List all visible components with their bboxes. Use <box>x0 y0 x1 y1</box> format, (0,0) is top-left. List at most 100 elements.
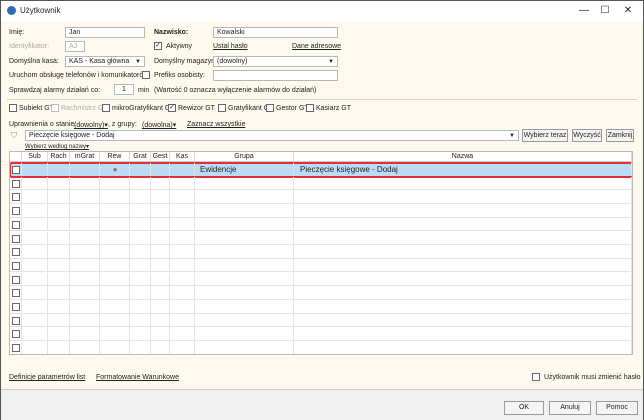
product-checkbox[interactable] <box>51 104 59 112</box>
row-checkbox[interactable] <box>12 234 20 243</box>
table-row[interactable] <box>10 286 632 300</box>
cell <box>294 231 632 245</box>
column-header[interactable]: Sub <box>22 152 48 162</box>
nazwisko-input[interactable]: Kowalski <box>213 27 338 38</box>
table-row[interactable]: ● Ewidencje Pieczęcie księgowe - Dodaj <box>10 162 632 178</box>
zamknij-button[interactable]: Zamknij <box>606 129 634 142</box>
row-checkbox[interactable] <box>12 166 20 174</box>
cell <box>151 217 170 231</box>
product-label: Rewizor GT <box>178 105 215 112</box>
row-checkbox[interactable] <box>12 193 20 202</box>
cell <box>170 231 195 245</box>
row-checkbox[interactable] <box>12 248 20 257</box>
cell <box>100 190 130 203</box>
musi-zmienic-checkbox[interactable] <box>532 373 540 381</box>
product-checkbox[interactable] <box>9 104 17 112</box>
cell <box>130 204 151 217</box>
table-row[interactable] <box>10 327 632 341</box>
row-checkbox[interactable] <box>12 330 20 339</box>
row-checkbox[interactable] <box>12 303 20 311</box>
table-row[interactable] <box>10 217 632 232</box>
row-checkbox[interactable] <box>12 316 20 325</box>
cell <box>151 286 170 299</box>
row-checkbox[interactable] <box>12 220 20 229</box>
cell <box>48 286 70 299</box>
table-row[interactable] <box>10 341 632 354</box>
cell-rew: ● <box>112 165 118 174</box>
cell <box>195 176 294 190</box>
product-checkbox[interactable] <box>306 104 314 112</box>
stan-dropdown[interactable]: (dowolny)▾ <box>74 121 108 129</box>
table-row[interactable] <box>10 231 632 246</box>
cell <box>22 258 48 272</box>
maximize-icon[interactable]: ☐ <box>598 4 612 18</box>
column-header[interactable]: Rach <box>48 152 70 162</box>
telefony-checkbox[interactable] <box>142 71 150 79</box>
cell <box>130 163 151 176</box>
table-row[interactable] <box>10 190 632 204</box>
table-row[interactable] <box>10 204 632 218</box>
cell <box>195 341 294 354</box>
kasa-select[interactable]: KAS - Kasa główna <box>65 56 145 67</box>
ustal-haslo-link[interactable]: Ustal hasło <box>213 43 248 50</box>
pomoc-button[interactable]: Pomoc <box>596 401 638 415</box>
table-row[interactable] <box>10 300 632 314</box>
cell <box>22 286 48 299</box>
table-row[interactable] <box>10 313 632 328</box>
row-checkbox[interactable] <box>12 261 20 270</box>
grupa-dropdown[interactable]: (dowolna)▾ <box>142 121 176 129</box>
identyfikator-input[interactable]: AJ <box>65 41 85 52</box>
column-header-check <box>10 152 22 162</box>
anuluj-button[interactable]: Anuluj <box>549 401 591 415</box>
product-checkbox[interactable] <box>218 104 226 112</box>
row-checkbox[interactable] <box>12 207 20 216</box>
cell <box>151 231 170 245</box>
cell <box>70 204 100 217</box>
cell <box>151 190 170 203</box>
table-row[interactable] <box>10 272 632 287</box>
dane-adresowe-link[interactable]: Dane adresowe <box>292 43 341 50</box>
column-header[interactable]: Grat <box>130 152 151 162</box>
formatowanie-link[interactable]: Formatowanie Warunkowe <box>96 374 179 381</box>
cell <box>294 272 632 286</box>
product-checkbox[interactable] <box>266 104 274 112</box>
cell <box>22 327 48 340</box>
zaznacz-wszystkie-link[interactable]: Zaznacz wszystkie <box>187 121 245 128</box>
cell <box>48 245 70 258</box>
alarmy-input[interactable]: 1 <box>114 84 134 95</box>
row-checkbox[interactable] <box>12 179 20 188</box>
prefiks-input[interactable] <box>213 70 338 81</box>
cell <box>22 341 48 354</box>
wybierz-teraz-button[interactable]: Wybierz teraz <box>522 129 568 142</box>
search-input[interactable]: Pieczęcie księgowe - Dodaj <box>25 130 519 141</box>
product-checkbox[interactable]: ✓ <box>168 104 176 112</box>
ok-button[interactable]: OK <box>504 401 544 415</box>
cell <box>100 204 130 217</box>
row-checkbox[interactable] <box>12 275 20 284</box>
cell <box>48 258 70 272</box>
product-label: Kasiarz GT <box>316 105 352 112</box>
column-header[interactable]: Grupa <box>195 152 294 162</box>
column-header[interactable]: Rew <box>100 152 130 162</box>
cell <box>130 245 151 258</box>
cell <box>22 313 48 327</box>
product-checkbox[interactable] <box>102 104 110 112</box>
row-checkbox[interactable] <box>12 344 20 353</box>
minimize-icon[interactable]: — <box>577 4 591 18</box>
close-icon[interactable]: ✕ <box>621 4 635 18</box>
wyczysc-button[interactable]: Wyczyść <box>572 129 602 142</box>
table-row[interactable] <box>10 176 632 191</box>
column-header[interactable]: Kas <box>170 152 195 162</box>
table-row[interactable] <box>10 258 632 273</box>
cell <box>195 327 294 340</box>
column-header[interactable]: Gest <box>151 152 170 162</box>
definicje-link[interactable]: Definicje parametrów list <box>9 374 85 381</box>
wybierz-nazwy-link[interactable]: Wybierz według nazwy▾ <box>25 143 89 150</box>
aktywny-checkbox[interactable]: ✓ <box>154 42 162 50</box>
row-checkbox[interactable] <box>12 289 20 298</box>
column-header[interactable]: mGrat <box>70 152 100 162</box>
magazyn-select[interactable]: (dowolny) <box>213 56 338 67</box>
imie-input[interactable]: Jan <box>65 27 145 38</box>
table-row[interactable] <box>10 245 632 259</box>
column-header[interactable]: Nazwa <box>294 152 632 162</box>
